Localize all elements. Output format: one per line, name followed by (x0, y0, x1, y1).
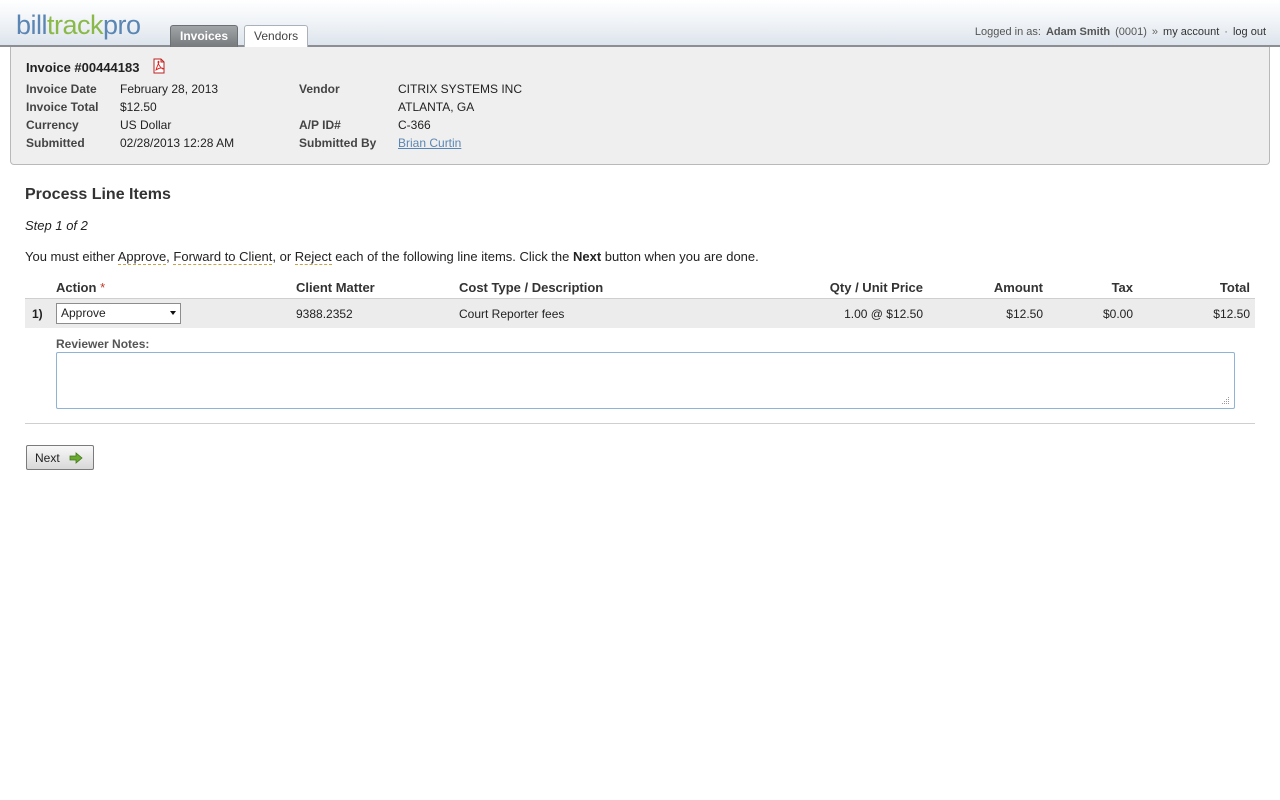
next-button-label: Next (35, 450, 60, 465)
header-action-label: Action (56, 280, 97, 295)
arrow-right-icon (69, 451, 83, 464)
resize-grip-icon[interactable] (1221, 396, 1230, 405)
reviewer-notes-input[interactable] (56, 352, 1235, 409)
instructions-text: You must either Approve, Forward to Clie… (25, 249, 759, 265)
user-id: (0001) (1115, 26, 1147, 38)
header-cost-type: Cost Type / Description (459, 280, 604, 295)
total-cell: $12.50 (1213, 307, 1250, 321)
vendor-label: Vendor (299, 82, 340, 96)
user-name: Adam Smith (1045, 26, 1111, 38)
vendor-location: ATLANTA, GA (398, 100, 475, 114)
ap-id-label: A/P ID# (299, 118, 341, 132)
action-select[interactable]: Approve (56, 303, 181, 324)
amount-cell: $12.50 (1006, 307, 1043, 321)
header-qty-unit-price: Qty / Unit Price (829, 280, 923, 295)
header-client-matter: Client Matter (296, 280, 375, 295)
line-items-table-header: Action * Client Matter Cost Type / Descr… (25, 278, 1255, 299)
logo-part-bill: bill (16, 10, 48, 40)
qty-unit-price-cell: 1.00 @ $12.50 (844, 307, 923, 321)
next-term: Next (573, 249, 602, 264)
separator-raquo: » (1151, 26, 1159, 38)
instructions-part: , or (272, 249, 295, 264)
instructions-part: button when you are done. (601, 249, 759, 264)
main-tabs: Invoices Vendors (170, 25, 309, 47)
user-bar: Logged in as: Adam Smith (0001) » my acc… (975, 25, 1266, 39)
approve-term: Approve (117, 249, 167, 265)
header-amount: Amount (993, 280, 1043, 295)
tab-invoices[interactable]: Invoices (170, 25, 239, 47)
table-row: 1) Approve 9388.2352 Court Reporter fees… (25, 299, 1255, 328)
invoice-total-value: $12.50 (120, 100, 157, 114)
ap-id-value: C-366 (398, 118, 431, 132)
logo-part-pro: pro (103, 10, 141, 40)
tab-vendors[interactable]: Vendors (244, 25, 309, 47)
logout-link[interactable]: log out (1233, 25, 1266, 39)
app-logo[interactable]: billtrackpro (16, 10, 141, 40)
submitted-by-label: Submitted By (299, 136, 377, 150)
invoice-total-label: Invoice Total (26, 100, 99, 114)
instructions-part: You must either (25, 249, 118, 264)
reject-term: Reject (294, 249, 332, 265)
action-select-value: Approve (61, 306, 106, 320)
row-number: 1) (32, 307, 43, 321)
logo-part-track: track (47, 10, 104, 40)
header-tax: Tax (1111, 280, 1133, 295)
my-account-link[interactable]: my account (1163, 25, 1219, 39)
header-action: Action * (56, 280, 105, 295)
header-total: Total (1219, 280, 1250, 295)
client-matter-cell: 9388.2352 (296, 307, 353, 321)
reviewer-notes-label: Reviewer Notes: (56, 337, 150, 351)
separator-dot: · (1224, 26, 1228, 38)
chevron-down-icon (170, 311, 176, 315)
invoice-date-label: Invoice Date (26, 82, 97, 96)
next-button[interactable]: Next (26, 445, 94, 470)
invoice-title: Invoice #00444183 (26, 60, 140, 75)
required-marker: * (100, 280, 106, 295)
divider (25, 423, 1255, 424)
invoice-date-value: February 28, 2013 (120, 82, 219, 96)
page-title: Process Line Items (25, 186, 171, 203)
instructions-part: each of the following line items. Click … (331, 249, 573, 264)
currency-value: US Dollar (120, 118, 172, 132)
step-indicator: Step 1 of 2 (25, 218, 88, 233)
submitted-value: 02/28/2013 12:28 AM (120, 136, 235, 150)
invoice-summary-panel: Invoice #00444183 Invoice Date February … (10, 47, 1270, 165)
pdf-icon[interactable] (151, 58, 167, 74)
forward-to-client-term: Forward to Client (173, 249, 273, 265)
submitted-label: Submitted (26, 136, 85, 150)
currency-label: Currency (26, 118, 79, 132)
vendor-name: CITRIX SYSTEMS INC (398, 82, 523, 96)
logged-in-label: Logged in as: (974, 26, 1041, 38)
top-header: billtrackpro Invoices Vendors Logged in … (0, 0, 1280, 47)
cost-type-cell: Court Reporter fees (459, 307, 565, 321)
tax-cell: $0.00 (1102, 307, 1133, 321)
submitted-by-link[interactable]: Brian Curtin (398, 136, 461, 150)
